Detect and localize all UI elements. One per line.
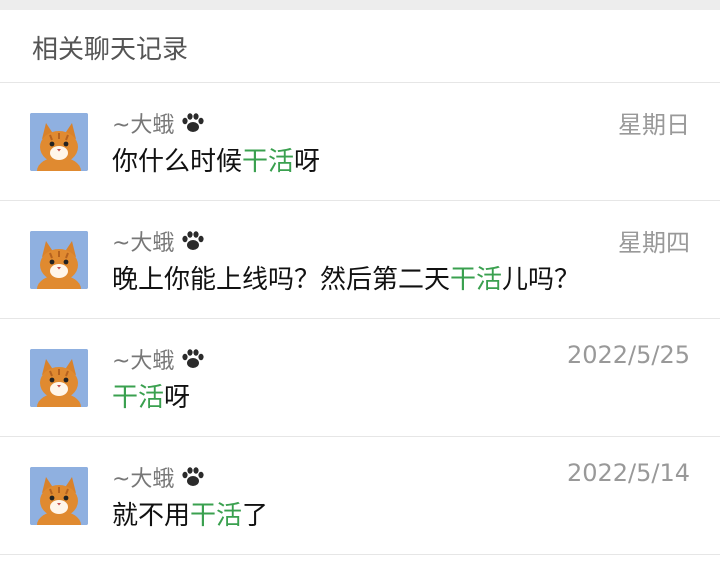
keyword-highlight: 干活 <box>190 501 243 531</box>
sender-name: ~大蛾 <box>112 343 206 376</box>
message-date: 星期四 <box>618 229 690 257</box>
sender-text: ~大蛾 <box>112 231 175 256</box>
message-text: 就不用干活了 <box>112 495 268 532</box>
message-date: 2022/5/25 <box>566 341 690 369</box>
chat-record-item[interactable]: ~大蛾 星期日 你什么时候干活呀 <box>0 83 720 201</box>
chat-record-item[interactable]: ~大蛾 2022/5/25 干活呀 <box>0 319 720 437</box>
results-list: ~大蛾 星期日 你什么时候干活呀 ~大蛾 星期四 晚上你能上线吗？然后第二天干活… <box>0 83 720 555</box>
section-title: 相关聊天记录 <box>0 10 720 83</box>
sender-name: ~大蛾 <box>112 461 206 494</box>
message-date: 星期日 <box>618 111 690 139</box>
message-text: 晚上你能上线吗？然后第二天干活儿吗？ <box>112 259 580 296</box>
message-text-after: 呀 <box>164 383 191 413</box>
message-text: 干活呀 <box>112 377 190 414</box>
message-date: 2022/5/14 <box>566 459 690 487</box>
paw-icon <box>180 230 206 258</box>
paw-icon <box>180 466 206 494</box>
top-bar <box>0 0 720 10</box>
message-text-before: 你什么时候 <box>112 147 243 177</box>
message-text-before: 就不用 <box>112 501 191 531</box>
sender-text: ~大蛾 <box>112 113 175 138</box>
keyword-highlight: 干活 <box>112 383 165 413</box>
message-text: 你什么时候干活呀 <box>112 141 320 178</box>
cat-avatar-icon[interactable] <box>30 113 88 171</box>
sender-name: ~大蛾 <box>112 225 206 258</box>
message-text-after: 了 <box>242 501 269 531</box>
cat-avatar-icon[interactable] <box>30 467 88 525</box>
cat-avatar-icon[interactable] <box>30 231 88 289</box>
message-text-before: 晚上你能上线吗？然后第二天 <box>112 265 451 295</box>
sender-text: ~大蛾 <box>112 467 175 492</box>
keyword-highlight: 干活 <box>242 147 295 177</box>
paw-icon <box>180 112 206 140</box>
chat-record-item[interactable]: ~大蛾 2022/5/14 就不用干活了 <box>0 437 720 555</box>
message-text-after: 呀 <box>294 147 321 177</box>
cat-avatar-icon[interactable] <box>30 349 88 407</box>
message-text-after: 儿吗？ <box>502 265 581 295</box>
sender-name: ~大蛾 <box>112 107 206 140</box>
keyword-highlight: 干活 <box>450 265 503 295</box>
sender-text: ~大蛾 <box>112 349 175 374</box>
chat-record-item[interactable]: ~大蛾 星期四 晚上你能上线吗？然后第二天干活儿吗？ <box>0 201 720 319</box>
paw-icon <box>180 348 206 376</box>
